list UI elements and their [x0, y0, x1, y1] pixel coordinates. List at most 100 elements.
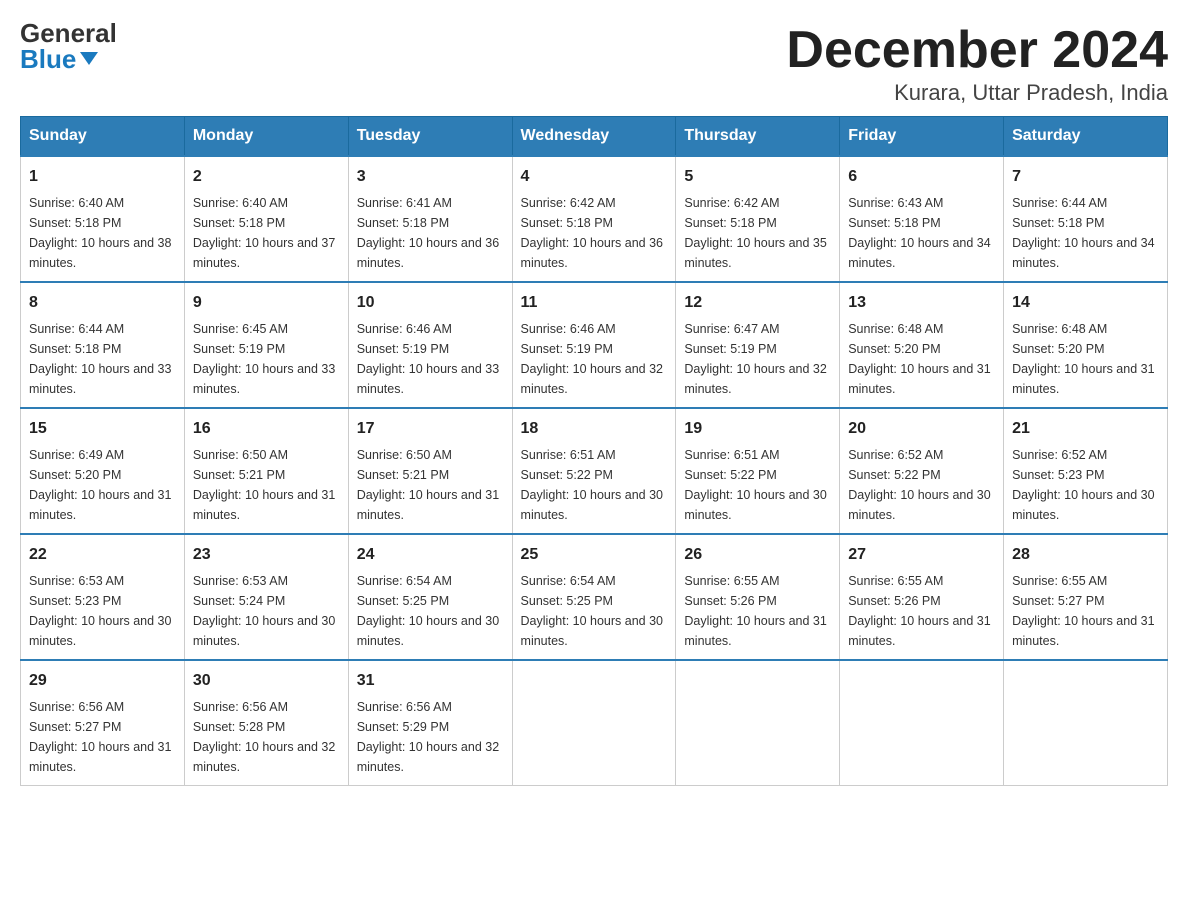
- calendar-day-cell: 21 Sunrise: 6:52 AMSunset: 5:23 PMDayligh…: [1004, 408, 1168, 534]
- calendar-week-row: 22 Sunrise: 6:53 AMSunset: 5:23 PMDayligh…: [21, 534, 1168, 660]
- day-number: 12: [684, 291, 831, 315]
- day-info: Sunrise: 6:46 AMSunset: 5:19 PMDaylight:…: [521, 319, 668, 399]
- calendar-day-cell: 9 Sunrise: 6:45 AMSunset: 5:19 PMDaylight…: [184, 282, 348, 408]
- calendar-day-header: Thursday: [676, 117, 840, 157]
- day-number: 6: [848, 165, 995, 189]
- calendar-day-header: Saturday: [1004, 117, 1168, 157]
- calendar-day-cell: 23 Sunrise: 6:53 AMSunset: 5:24 PMDayligh…: [184, 534, 348, 660]
- calendar-day-cell: 6 Sunrise: 6:43 AMSunset: 5:18 PMDaylight…: [840, 156, 1004, 282]
- calendar-day-cell: [840, 660, 1004, 786]
- day-info: Sunrise: 6:56 AMSunset: 5:29 PMDaylight:…: [357, 697, 504, 777]
- day-number: 14: [1012, 291, 1159, 315]
- day-number: 1: [29, 165, 176, 189]
- day-number: 4: [521, 165, 668, 189]
- calendar-week-row: 1 Sunrise: 6:40 AMSunset: 5:18 PMDaylight…: [21, 156, 1168, 282]
- calendar-day-cell: 20 Sunrise: 6:52 AMSunset: 5:22 PMDayligh…: [840, 408, 1004, 534]
- calendar-day-cell: 17 Sunrise: 6:50 AMSunset: 5:21 PMDayligh…: [348, 408, 512, 534]
- logo-blue-text: Blue: [20, 46, 76, 72]
- calendar-day-cell: 11Sunrise: 6:46 AMSunset: 5:19 PMDayligh…: [512, 282, 676, 408]
- calendar-day-cell: 7Sunrise: 6:44 AMSunset: 5:18 PMDaylight…: [1004, 156, 1168, 282]
- calendar-day-header: Tuesday: [348, 117, 512, 157]
- calendar-day-cell: 12 Sunrise: 6:47 AMSunset: 5:19 PMDayligh…: [676, 282, 840, 408]
- logo: General Blue: [20, 20, 117, 72]
- day-number: 13: [848, 291, 995, 315]
- day-info: Sunrise: 6:52 AMSunset: 5:23 PMDaylight:…: [1012, 445, 1159, 525]
- day-number: 31: [357, 669, 504, 693]
- day-info: Sunrise: 6:56 AMSunset: 5:27 PMDaylight:…: [29, 697, 176, 777]
- day-info: Sunrise: 6:43 AMSunset: 5:18 PMDaylight:…: [848, 193, 995, 273]
- calendar-day-cell: 1 Sunrise: 6:40 AMSunset: 5:18 PMDaylight…: [21, 156, 185, 282]
- day-info: Sunrise: 6:53 AMSunset: 5:24 PMDaylight:…: [193, 571, 340, 651]
- day-info: Sunrise: 6:50 AMSunset: 5:21 PMDaylight:…: [357, 445, 504, 525]
- day-info: Sunrise: 6:51 AMSunset: 5:22 PMDaylight:…: [521, 445, 668, 525]
- day-info: Sunrise: 6:52 AMSunset: 5:22 PMDaylight:…: [848, 445, 995, 525]
- day-number: 19: [684, 417, 831, 441]
- day-info: Sunrise: 6:55 AMSunset: 5:27 PMDaylight:…: [1012, 571, 1159, 651]
- day-number: 18: [521, 417, 668, 441]
- calendar-day-header: Monday: [184, 117, 348, 157]
- month-title: December 2024: [786, 20, 1168, 80]
- calendar-day-cell: 31 Sunrise: 6:56 AMSunset: 5:29 PMDayligh…: [348, 660, 512, 786]
- logo-triangle-icon: [80, 52, 98, 65]
- day-info: Sunrise: 6:46 AMSunset: 5:19 PMDaylight:…: [357, 319, 504, 399]
- day-info: Sunrise: 6:48 AMSunset: 5:20 PMDaylight:…: [1012, 319, 1159, 399]
- calendar-week-row: 8Sunrise: 6:44 AMSunset: 5:18 PMDaylight…: [21, 282, 1168, 408]
- day-info: Sunrise: 6:45 AMSunset: 5:19 PMDaylight:…: [193, 319, 340, 399]
- day-number: 7: [1012, 165, 1159, 189]
- day-info: Sunrise: 6:54 AMSunset: 5:25 PMDaylight:…: [357, 571, 504, 651]
- day-info: Sunrise: 6:50 AMSunset: 5:21 PMDaylight:…: [193, 445, 340, 525]
- day-info: Sunrise: 6:44 AMSunset: 5:18 PMDaylight:…: [29, 319, 176, 399]
- day-number: 16: [193, 417, 340, 441]
- calendar-day-cell: 10Sunrise: 6:46 AMSunset: 5:19 PMDayligh…: [348, 282, 512, 408]
- calendar-day-cell: 26Sunrise: 6:55 AMSunset: 5:26 PMDayligh…: [676, 534, 840, 660]
- day-info: Sunrise: 6:48 AMSunset: 5:20 PMDaylight:…: [848, 319, 995, 399]
- day-info: Sunrise: 6:54 AMSunset: 5:25 PMDaylight:…: [521, 571, 668, 651]
- day-info: Sunrise: 6:40 AMSunset: 5:18 PMDaylight:…: [193, 193, 340, 273]
- day-number: 23: [193, 543, 340, 567]
- calendar-day-cell: 30 Sunrise: 6:56 AMSunset: 5:28 PMDayligh…: [184, 660, 348, 786]
- page-header: General Blue December 2024 Kurara, Uttar…: [20, 20, 1168, 106]
- day-number: 3: [357, 165, 504, 189]
- calendar-day-cell: 15 Sunrise: 6:49 AMSunset: 5:20 PMDayligh…: [21, 408, 185, 534]
- calendar-day-header: Sunday: [21, 117, 185, 157]
- day-number: 17: [357, 417, 504, 441]
- day-number: 30: [193, 669, 340, 693]
- calendar-day-cell: [676, 660, 840, 786]
- calendar-week-row: 29Sunrise: 6:56 AMSunset: 5:27 PMDayligh…: [21, 660, 1168, 786]
- calendar-day-cell: 8Sunrise: 6:44 AMSunset: 5:18 PMDaylight…: [21, 282, 185, 408]
- calendar-day-cell: 4 Sunrise: 6:42 AMSunset: 5:18 PMDaylight…: [512, 156, 676, 282]
- day-number: 27: [848, 543, 995, 567]
- day-number: 25: [521, 543, 668, 567]
- calendar-day-cell: 19Sunrise: 6:51 AMSunset: 5:22 PMDayligh…: [676, 408, 840, 534]
- day-info: Sunrise: 6:49 AMSunset: 5:20 PMDaylight:…: [29, 445, 176, 525]
- calendar-day-cell: 3 Sunrise: 6:41 AMSunset: 5:18 PMDaylight…: [348, 156, 512, 282]
- calendar-day-cell: 24Sunrise: 6:54 AMSunset: 5:25 PMDayligh…: [348, 534, 512, 660]
- day-number: 15: [29, 417, 176, 441]
- day-info: Sunrise: 6:56 AMSunset: 5:28 PMDaylight:…: [193, 697, 340, 777]
- calendar-day-header: Friday: [840, 117, 1004, 157]
- calendar-day-cell: [512, 660, 676, 786]
- day-number: 26: [684, 543, 831, 567]
- calendar-day-cell: 28Sunrise: 6:55 AMSunset: 5:27 PMDayligh…: [1004, 534, 1168, 660]
- location-title: Kurara, Uttar Pradesh, India: [786, 80, 1168, 106]
- day-number: 9: [193, 291, 340, 315]
- day-info: Sunrise: 6:40 AMSunset: 5:18 PMDaylight:…: [29, 193, 176, 273]
- calendar-day-cell: 13 Sunrise: 6:48 AMSunset: 5:20 PMDayligh…: [840, 282, 1004, 408]
- calendar-day-cell: 2Sunrise: 6:40 AMSunset: 5:18 PMDaylight…: [184, 156, 348, 282]
- calendar-day-cell: 5Sunrise: 6:42 AMSunset: 5:18 PMDaylight…: [676, 156, 840, 282]
- day-info: Sunrise: 6:53 AMSunset: 5:23 PMDaylight:…: [29, 571, 176, 651]
- calendar-day-cell: 18 Sunrise: 6:51 AMSunset: 5:22 PMDayligh…: [512, 408, 676, 534]
- logo-icon: General Blue: [20, 20, 117, 72]
- day-info: Sunrise: 6:55 AMSunset: 5:26 PMDaylight:…: [848, 571, 995, 651]
- calendar-table: SundayMondayTuesdayWednesdayThursdayFrid…: [20, 116, 1168, 786]
- day-number: 20: [848, 417, 995, 441]
- calendar-header-row: SundayMondayTuesdayWednesdayThursdayFrid…: [21, 117, 1168, 157]
- calendar-day-cell: [1004, 660, 1168, 786]
- calendar-day-cell: 22 Sunrise: 6:53 AMSunset: 5:23 PMDayligh…: [21, 534, 185, 660]
- day-number: 5: [684, 165, 831, 189]
- day-info: Sunrise: 6:41 AMSunset: 5:18 PMDaylight:…: [357, 193, 504, 273]
- day-info: Sunrise: 6:47 AMSunset: 5:19 PMDaylight:…: [684, 319, 831, 399]
- day-number: 22: [29, 543, 176, 567]
- day-number: 21: [1012, 417, 1159, 441]
- day-info: Sunrise: 6:42 AMSunset: 5:18 PMDaylight:…: [521, 193, 668, 273]
